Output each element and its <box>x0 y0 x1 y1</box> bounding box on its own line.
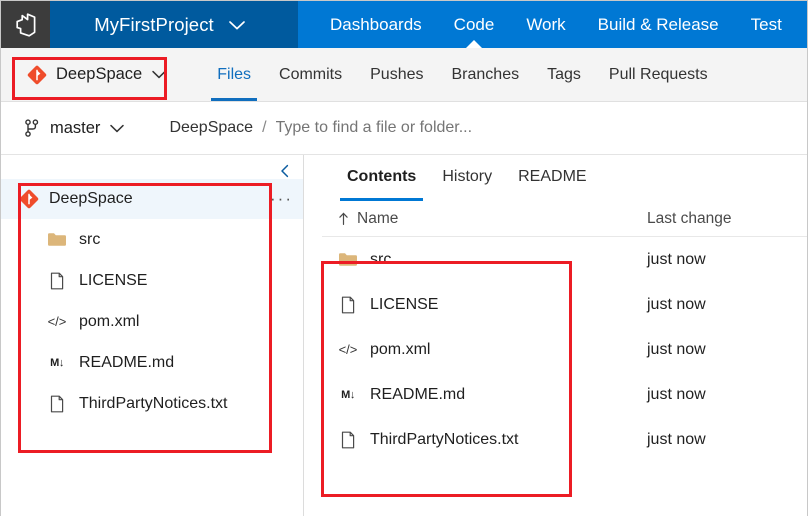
nav-item-dashboards[interactable]: Dashboards <box>314 1 438 48</box>
folder-icon <box>47 231 67 249</box>
primary-nav-items: Dashboards Code Work Build & Release Tes… <box>298 1 807 48</box>
tree-item-thirdpartynotices-txt[interactable]: ThirdPartyNotices.txt <box>1 383 303 424</box>
tab-pushes[interactable]: Pushes <box>356 48 437 101</box>
file-name-label: ThirdPartyNotices.txt <box>370 430 519 448</box>
content-tab-history[interactable]: History <box>429 155 505 201</box>
repository-selector[interactable]: DeepSpace <box>23 61 179 89</box>
column-header-last-change[interactable]: Last change <box>647 210 807 228</box>
chevron-down-icon <box>228 19 246 31</box>
file-icon <box>338 430 358 450</box>
git-repository-icon <box>19 189 39 209</box>
file-row-name-cell: LICENSE <box>338 295 647 315</box>
file-last-change: just now <box>647 385 706 403</box>
content-tab-readme[interactable]: README <box>505 155 599 201</box>
file-icon <box>338 295 358 315</box>
content-tab-contents[interactable]: Contents <box>334 155 429 201</box>
tab-pull-requests[interactable]: Pull Requests <box>595 48 722 101</box>
markdown-icon: M↓ <box>341 388 355 401</box>
repository-tabs: Files Commits Pushes Branches Tags Pull … <box>203 48 721 101</box>
file-last-change: just now <box>647 250 706 268</box>
file-last-change: just now <box>647 295 706 313</box>
breadcrumb: DeepSpace / <box>169 119 576 137</box>
chevron-left-icon[interactable] <box>275 161 295 181</box>
file-icon <box>47 394 67 414</box>
file-row-name-cell: </> pom.xml <box>338 341 647 359</box>
azure-devops-logo-icon <box>14 12 38 37</box>
tab-branches[interactable]: Branches <box>438 48 534 101</box>
file-icon <box>47 271 67 291</box>
tab-tags[interactable]: Tags <box>533 48 595 101</box>
content-pane: Contents History README Name Last change <box>304 155 807 516</box>
file-name-label: LICENSE <box>370 295 439 313</box>
code-file-icon: </> <box>47 314 67 329</box>
repository-sub-navigation-bar: DeepSpace Files Commits Pushes Branches … <box>1 48 807 102</box>
branch-and-path-bar: master DeepSpace / <box>1 102 807 155</box>
file-row-name-cell: src <box>338 251 647 269</box>
project-selector[interactable]: MyFirstProject <box>50 1 298 48</box>
tree-item-label: pom.xml <box>79 312 140 330</box>
tab-files[interactable]: Files <box>203 48 265 101</box>
branch-selector[interactable]: master <box>23 118 125 138</box>
file-name-label: README.md <box>370 385 466 403</box>
file-row-name-cell: M↓ README.md <box>338 386 647 404</box>
chevron-down-icon <box>109 123 125 134</box>
file-tree-sidebar: DeepSpace ··· src LICENSE </> pom.xml M↓… <box>1 155 304 516</box>
tree-item-license[interactable]: LICENSE <box>1 260 303 301</box>
nav-item-build-release[interactable]: Build & Release <box>582 1 735 48</box>
column-header-name[interactable]: Name <box>338 210 647 228</box>
nav-item-test[interactable]: Test <box>735 1 798 48</box>
folder-icon <box>338 251 358 269</box>
code-file-icon: </> <box>338 342 358 357</box>
file-name-label: pom.xml <box>370 340 431 358</box>
file-last-change: just now <box>647 430 706 448</box>
file-last-change: just now <box>647 340 706 358</box>
nav-item-work[interactable]: Work <box>510 1 581 48</box>
file-row-license[interactable]: LICENSE just now <box>322 282 807 327</box>
project-name: MyFirstProject <box>94 13 214 35</box>
content-tabs: Contents History README <box>322 155 807 201</box>
markdown-icon: M↓ <box>50 356 64 369</box>
file-list-header: Name Last change <box>322 201 807 237</box>
file-name-label: src <box>370 250 392 268</box>
git-repository-icon <box>27 65 47 85</box>
tree-item-label: src <box>79 230 101 248</box>
azure-devops-logo-button[interactable] <box>1 1 50 48</box>
ellipsis-icon[interactable]: ··· <box>270 189 293 209</box>
tree-item-readme-md[interactable]: M↓ README.md <box>1 342 303 383</box>
breadcrumb-separator: / <box>262 119 267 136</box>
tree-root-repository[interactable]: DeepSpace ··· <box>1 179 303 219</box>
chevron-down-icon <box>151 69 167 80</box>
repository-name: DeepSpace <box>56 65 143 83</box>
git-branch-icon <box>23 118 41 138</box>
tree-item-src[interactable]: src <box>1 219 303 260</box>
page-body: DeepSpace ··· src LICENSE </> pom.xml M↓… <box>1 155 807 516</box>
file-row-pom-xml[interactable]: </> pom.xml just now <box>322 327 807 372</box>
tree-root-label: DeepSpace <box>49 190 133 207</box>
file-row-thirdpartynotices-txt[interactable]: ThirdPartyNotices.txt just now <box>322 417 807 462</box>
file-row-readme-md[interactable]: M↓ README.md just now <box>322 372 807 417</box>
tree-item-label: LICENSE <box>79 271 148 289</box>
branch-name: master <box>50 118 101 137</box>
sort-ascending-arrow-icon <box>338 212 349 226</box>
nav-item-code[interactable]: Code <box>438 1 511 48</box>
file-search-input[interactable] <box>275 119 576 137</box>
top-navigation-bar: MyFirstProject Dashboards Code Work Buil… <box>1 1 807 48</box>
tree-item-label: ThirdPartyNotices.txt <box>79 394 228 412</box>
file-row-src[interactable]: src just now <box>322 237 807 282</box>
tab-commits[interactable]: Commits <box>265 48 356 101</box>
breadcrumb-repo-link[interactable]: DeepSpace <box>169 119 253 137</box>
column-header-name-label: Name <box>357 209 399 227</box>
file-row-name-cell: ThirdPartyNotices.txt <box>338 430 647 450</box>
tree-item-pom-xml[interactable]: </> pom.xml <box>1 301 303 342</box>
azure-devops-code-files-page: MyFirstProject Dashboards Code Work Buil… <box>0 0 808 516</box>
tree-item-label: README.md <box>79 353 175 371</box>
